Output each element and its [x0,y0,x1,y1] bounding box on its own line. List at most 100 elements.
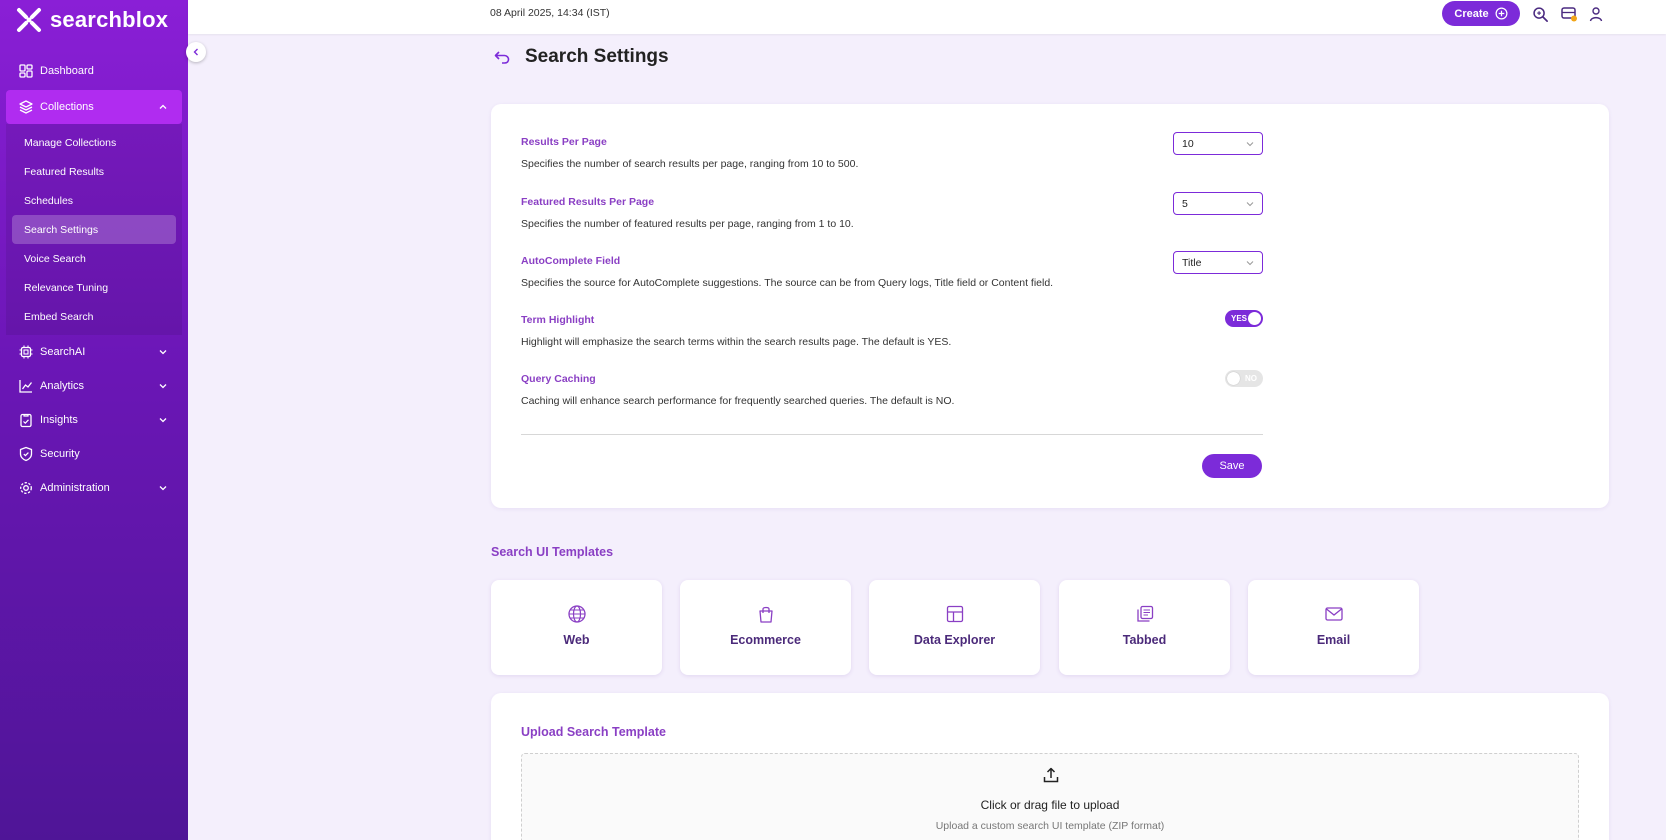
setting-label: Featured Results Per Page [521,196,655,208]
chevron-down-icon [159,486,167,491]
setting-description: Highlight will emphasize the search term… [521,336,952,348]
toggle-knob [1248,312,1261,325]
layers-icon [19,100,33,114]
sidebar-item-label: Dashboard [40,65,94,77]
globe-icon [567,605,586,623]
topbar: 08 April 2025, 14:34 (IST) Create [188,0,1666,34]
clipboard-icon [20,413,32,428]
tabs-icon [1136,605,1153,622]
shield-icon [19,446,33,462]
submenu-item-relevance-tuning[interactable]: Relevance Tuning [6,273,182,302]
template-card-email[interactable]: Email [1248,580,1419,675]
create-button[interactable]: Create [1442,1,1520,26]
mail-icon [1324,607,1343,621]
upload-sub-text: Upload a custom search UI template (ZIP … [935,820,1165,832]
sidebar-item-label: SearchAI [40,346,86,358]
submenu-item-voice-search[interactable]: Voice Search [6,244,182,273]
searchblox-logo-icon [17,8,41,32]
sidebar-item-security[interactable]: Security [0,437,188,471]
chevron-left-icon [193,48,198,56]
query-caching-toggle[interactable]: NO [1225,370,1263,387]
chart-line-icon [19,380,33,393]
submenu-item-schedules[interactable]: Schedules [6,186,182,215]
setting-term-highlight: Term Highlight Highlight will emphasize … [521,310,1263,348]
sidebar: searchblox Dashboard Collections Manage … [0,0,188,840]
sidebar-item-label: Security [40,448,80,460]
featured-results-per-page-select[interactable]: 5 [1173,192,1263,215]
template-label: Data Explorer [913,633,996,647]
upload-template-card: Upload Search Template Click or drag fil… [491,693,1609,840]
notifications-button[interactable] [1560,5,1578,23]
select-value: 5 [1182,197,1188,210]
select-value: 10 [1182,137,1194,150]
chip-icon [19,345,33,359]
sidebar-item-label: Analytics [40,380,85,392]
autocomplete-field-select[interactable]: Title [1173,251,1263,274]
plus-circle-icon [1495,7,1508,20]
setting-autocomplete-field: AutoComplete Field Specifies the source … [521,251,1263,289]
page-title: Search Settings [525,46,669,67]
sidebar-item-label: Administration [40,482,110,494]
sidebar-item-collections[interactable]: Collections [6,90,182,124]
template-label: Web [563,633,590,647]
user-profile-button[interactable] [1587,5,1605,23]
sidebar-item-label: Insights [40,414,78,426]
search-settings-card: Results Per Page Specifies the number of… [491,104,1609,508]
sidebar-item-dashboard[interactable]: Dashboard [0,54,188,88]
toggle-state: YES [1231,314,1248,323]
divider [521,434,1263,435]
gear-icon [20,482,32,494]
logo[interactable]: searchblox [16,6,168,34]
chevron-down-icon [1246,142,1254,147]
sidebar-item-searchai[interactable]: SearchAI [0,335,188,369]
setting-label: Query Caching [521,373,596,385]
setting-description: Specifies the source for AutoComplete su… [521,277,1054,289]
upload-icon [1043,767,1059,783]
back-arrow-icon [494,51,510,64]
upload-template-title: Upload Search Template [521,725,666,739]
back-button[interactable] [491,46,513,68]
results-per-page-select[interactable]: 10 [1173,132,1263,155]
setting-label: Results Per Page [521,136,607,148]
shopping-bag-icon [758,606,773,623]
save-button[interactable]: Save [1202,454,1262,478]
chevron-down-icon [159,418,167,423]
dashboard-icon [19,64,33,78]
setting-query-caching: Query Caching Caching will enhance searc… [521,370,1263,407]
chevron-down-icon [1246,202,1254,207]
page-header: Search Settings [491,46,669,68]
template-card-data-explorer[interactable]: Data Explorer [869,580,1040,675]
term-highlight-toggle[interactable]: YES [1225,310,1263,327]
submenu-item-embed-search[interactable]: Embed Search [6,302,182,331]
submenu-item-featured-results[interactable]: Featured Results [6,157,182,186]
grid-icon [946,605,963,623]
setting-label: Term Highlight [521,314,595,326]
template-label: Tabbed [1122,633,1167,647]
submenu-item-manage-collections[interactable]: Manage Collections [6,128,182,157]
template-card-web[interactable]: Web [491,580,662,675]
search-icon [1532,6,1548,22]
sidebar-item-analytics[interactable]: Analytics [0,369,188,403]
setting-description: Specifies the number of featured results… [521,218,854,230]
collections-submenu: Manage Collections Featured Results Sche… [6,124,182,335]
chevron-down-icon [159,384,167,389]
chevron-up-icon [159,104,167,109]
sidebar-item-administration[interactable]: Administration [0,471,188,505]
setting-description: Specifies the number of search results p… [521,158,859,170]
create-button-label: Create [1454,7,1489,20]
select-value: Title [1182,256,1202,269]
file-upload-dropzone[interactable]: Click or drag file to upload Upload a cu… [521,753,1579,840]
search-button[interactable] [1531,5,1549,23]
sidebar-nav: Dashboard Collections Manage Collections… [0,54,188,505]
sidebar-item-insights[interactable]: Insights [0,403,188,437]
setting-label: AutoComplete Field [521,255,621,267]
submenu-item-search-settings[interactable]: Search Settings [12,215,176,244]
upload-main-text: Click or drag file to upload [980,798,1120,812]
template-card-tabbed[interactable]: Tabbed [1059,580,1230,675]
current-datetime: 08 April 2025, 14:34 (IST) [490,7,610,19]
setting-featured-results-per-page: Featured Results Per Page Specifies the … [521,192,1263,230]
setting-description: Caching will enhance search performance … [521,395,955,407]
template-card-ecommerce[interactable]: Ecommerce [680,580,851,675]
sidebar-collapse-button[interactable] [186,42,206,62]
logo-text: searchblox [50,7,169,32]
